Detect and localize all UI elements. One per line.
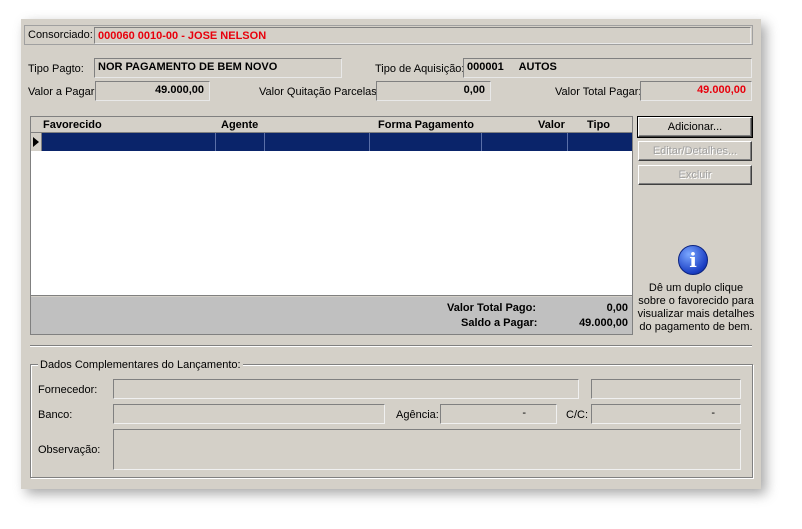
cell-separator bbox=[567, 133, 568, 151]
grid-totals: Valor Total Pago: 0,00 Saldo a Pagar: 49… bbox=[31, 297, 632, 334]
col-valor[interactable]: Valor bbox=[538, 119, 565, 131]
tipo-pagto-label: Tipo Pagto: bbox=[28, 63, 84, 75]
info-icon: i bbox=[678, 245, 708, 275]
col-forma-pagamento[interactable]: Forma Pagamento bbox=[378, 119, 474, 131]
fornecedor-field[interactable] bbox=[113, 379, 579, 399]
cell-separator bbox=[369, 133, 370, 151]
payment-window: Consorciado: 000060 0010-00 - JOSE NELSO… bbox=[21, 19, 761, 489]
section-divider bbox=[30, 345, 752, 347]
observacao-label: Observação: bbox=[38, 444, 101, 456]
col-favorecido[interactable]: Favorecido bbox=[43, 119, 102, 131]
tipo-aquisicao-field: 000001 AUTOS bbox=[463, 58, 752, 78]
consorciado-field: 000060 0010-00 - JOSE NELSON bbox=[94, 27, 751, 44]
valor-quitacao-field: 0,00 bbox=[376, 81, 491, 101]
cell-separator bbox=[264, 133, 265, 151]
cc-field[interactable]: - bbox=[591, 404, 741, 424]
banco-field[interactable] bbox=[113, 404, 385, 424]
cell-separator bbox=[481, 133, 482, 151]
favorecidos-grid: Favorecido Agente Forma Pagamento Valor … bbox=[30, 116, 633, 335]
col-tipo[interactable]: Tipo bbox=[587, 119, 610, 131]
total-pago-label: Valor Total Pago: bbox=[447, 302, 537, 314]
valor-pagar-field: 49.000,00 bbox=[95, 81, 210, 101]
total-pago-value: 0,00 bbox=[606, 302, 628, 314]
col-agente[interactable]: Agente bbox=[221, 119, 258, 131]
banco-label: Banco: bbox=[38, 409, 73, 421]
cc-label: C/C: bbox=[566, 409, 588, 421]
grid-selected-row[interactable] bbox=[31, 133, 632, 151]
valor-quitacao-label: Valor Quitação Parcelas: bbox=[259, 86, 380, 98]
saldo-pagar-label: Saldo a Pagar: bbox=[461, 317, 538, 329]
valor-total-pagar-label: Valor Total Pagar: bbox=[555, 86, 642, 98]
excluir-button[interactable]: Excluir bbox=[638, 165, 752, 185]
valor-total-pagar-field: 49.000,00 bbox=[640, 81, 752, 101]
row-indicator-icon bbox=[31, 133, 42, 151]
adicionar-button[interactable]: Adicionar... bbox=[637, 116, 753, 138]
observacao-field[interactable] bbox=[113, 429, 741, 470]
info-text: Dê um duplo clique sobre o favorecido pa… bbox=[637, 282, 755, 333]
grid-body[interactable] bbox=[31, 133, 632, 296]
fornecedor-label: Fornecedor: bbox=[38, 384, 98, 396]
agencia-label: Agência: bbox=[396, 409, 439, 421]
fornecedor-code-field[interactable] bbox=[591, 379, 741, 399]
saldo-pagar-value: 49.000,00 bbox=[579, 317, 628, 329]
tipo-pagto-field: NOR PAGAMENTO DE BEM NOVO bbox=[94, 58, 342, 78]
agencia-field[interactable]: - bbox=[440, 404, 557, 424]
grid-header: Favorecido Agente Forma Pagamento Valor … bbox=[31, 117, 632, 133]
cell-separator bbox=[215, 133, 216, 151]
tipo-aquisicao-label: Tipo de Aquisição: bbox=[375, 63, 465, 75]
consorciado-label: Consorciado: bbox=[28, 29, 93, 41]
editar-detalhes-button[interactable]: Editar/Detalhes... bbox=[638, 141, 752, 161]
valor-pagar-label: Valor a Pagar: bbox=[28, 86, 98, 98]
dados-complementares-legend: Dados Complementares do Lançamento: bbox=[38, 359, 243, 371]
